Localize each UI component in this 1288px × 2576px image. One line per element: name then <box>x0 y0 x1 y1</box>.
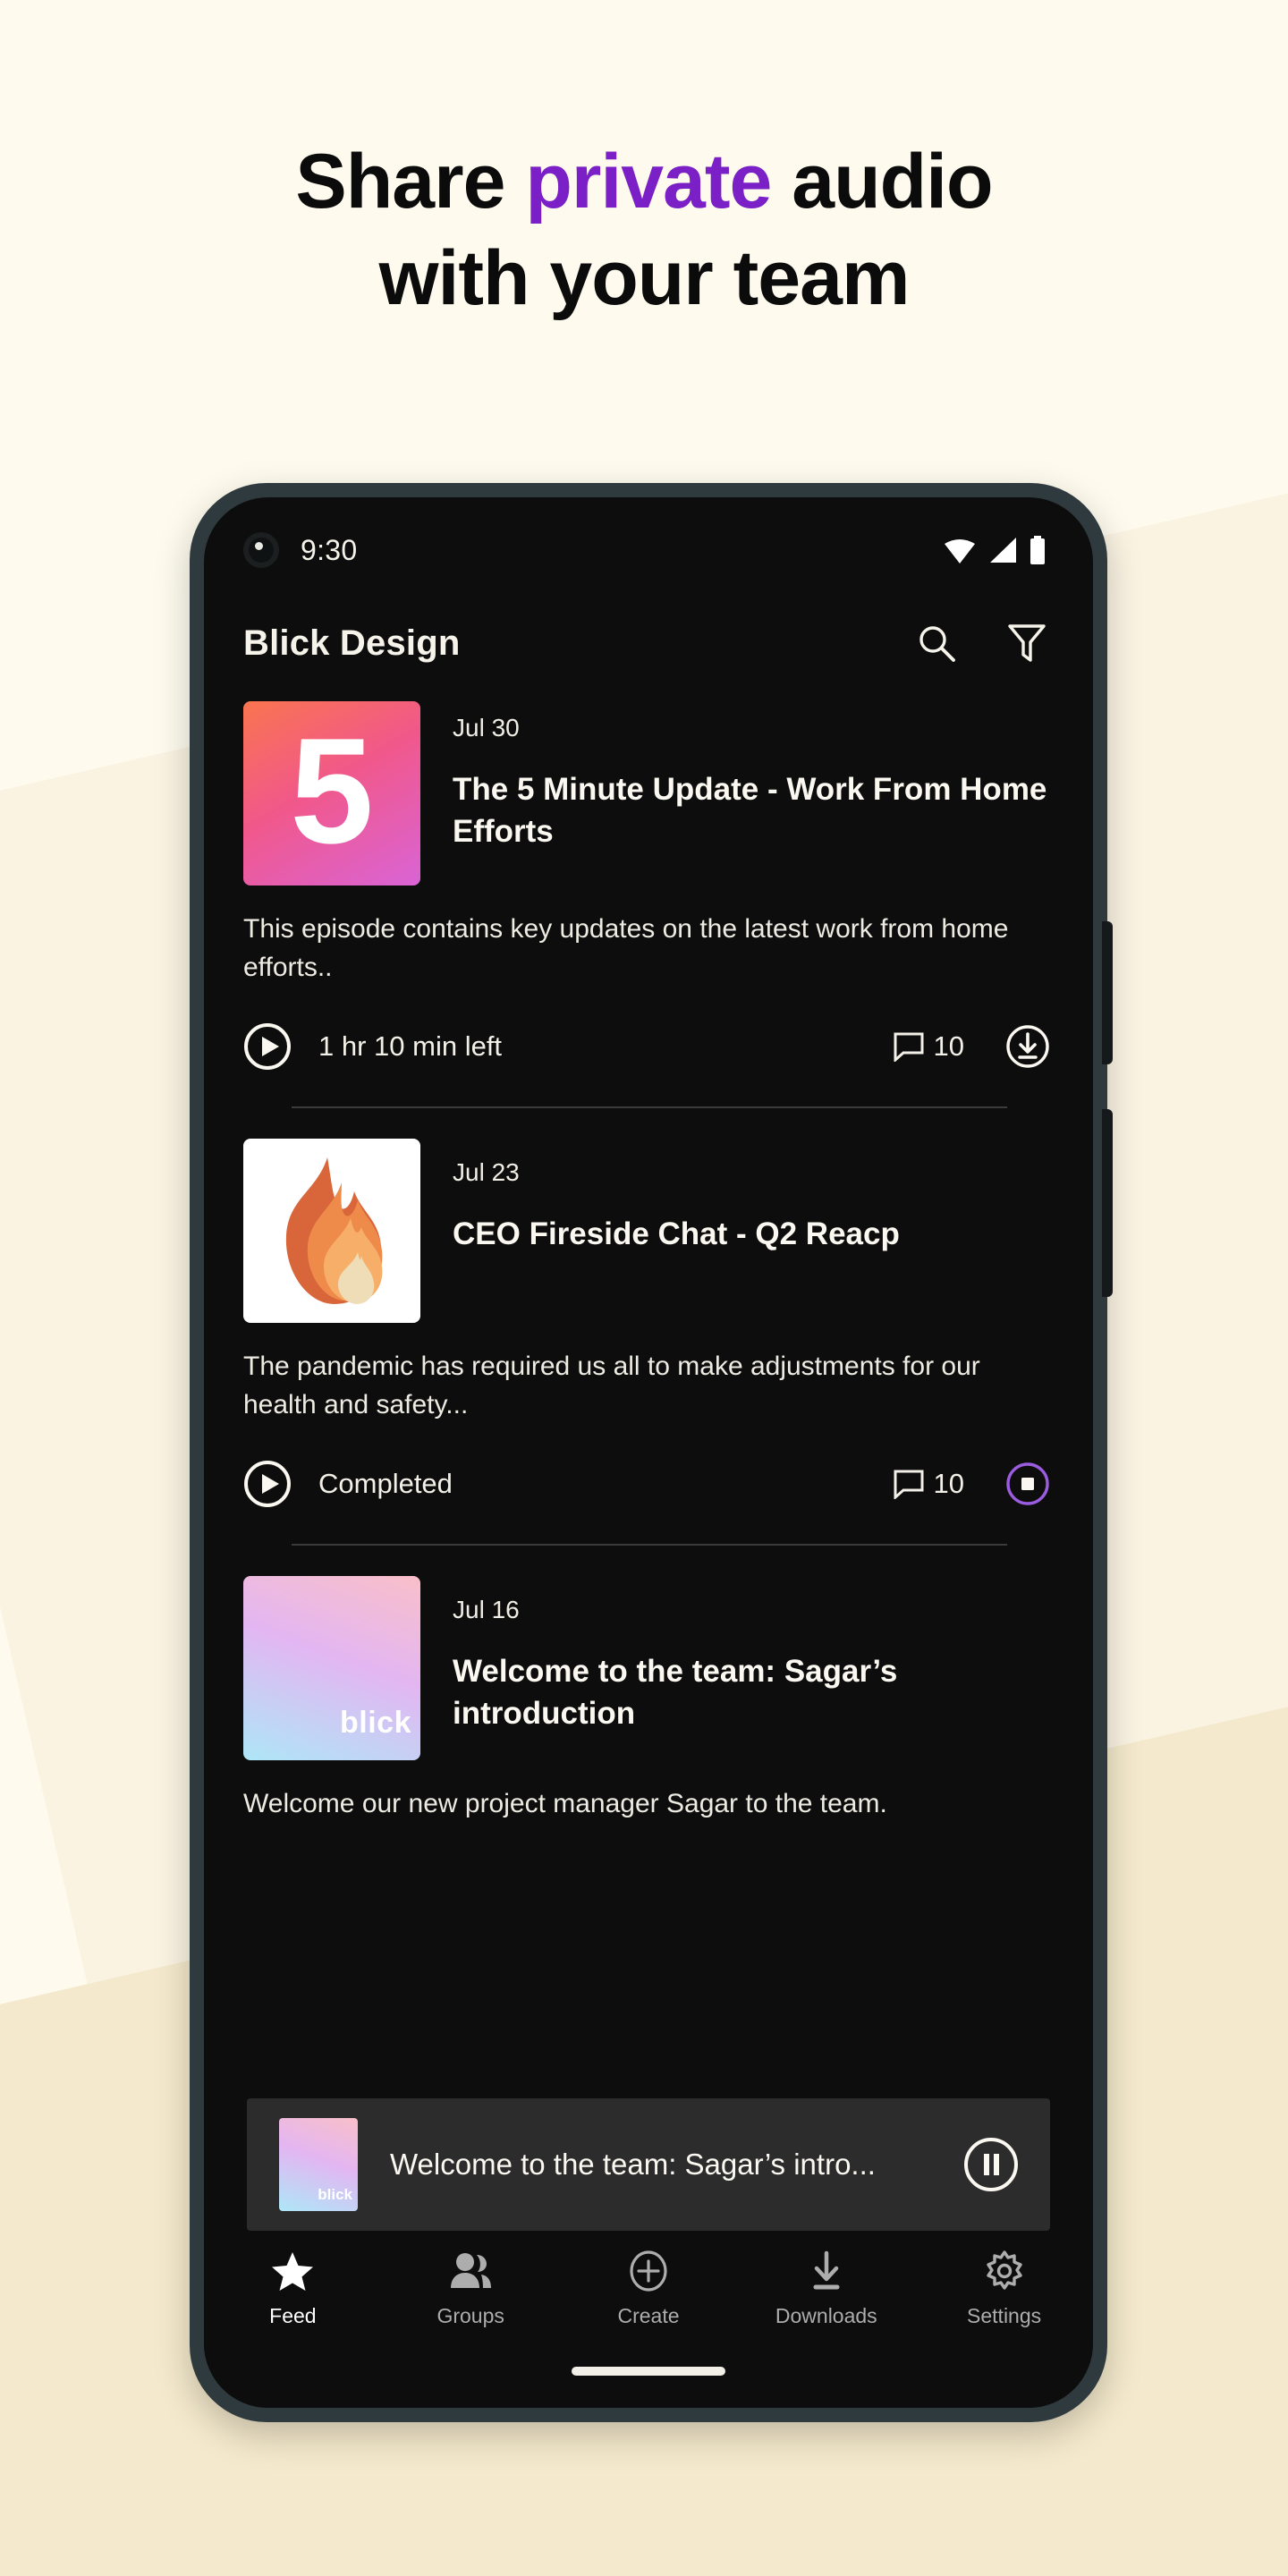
mini-player-title: Welcome to the team: Sagar’s intro... <box>390 2148 876 2181</box>
episode-title: CEO Fireside Chat - Q2 Reacp <box>453 1216 900 1252</box>
nav-label-feed: Feed <box>269 2304 317 2327</box>
blick-wordmark: blick <box>340 1706 411 1741</box>
episode-card[interactable]: 5 Jul 30 The 5 Minute Update - Work From… <box>204 689 1093 1109</box>
power-button[interactable] <box>1102 1109 1113 1297</box>
episode-description: This episode contains key updates on the… <box>243 914 1009 982</box>
mini-player[interactable]: blick Welcome to the team: Sagar’s intro… <box>247 2098 1050 2231</box>
front-camera-punchhole <box>243 532 279 568</box>
page-title: Blick Design <box>243 623 461 663</box>
episode-title: The 5 Minute Update - Work From Home Eff… <box>453 772 1047 849</box>
nav-item-downloads[interactable]: Downloads <box>737 2250 915 2328</box>
episode-description: Welcome our new project manager Sagar to… <box>243 1789 887 1819</box>
gear-icon <box>983 2250 1026 2292</box>
episode-status: 1 hr 10 min left <box>318 1030 503 1063</box>
episode-header: Jul 23 CEO Fireside Chat - Q2 Reacp <box>243 1131 1050 1324</box>
people-icon <box>449 2250 492 2292</box>
phone-screen: 9:30 Blick Design 5 Jul 30 The 5 Minute … <box>204 497 1093 2408</box>
status-bar-time: 9:30 <box>301 533 358 566</box>
headline-line-1: Share private audio <box>0 134 1288 231</box>
episode-date: Jul 30 <box>453 714 520 741</box>
status-bar: 9:30 <box>204 497 1093 603</box>
nav-label-settings: Settings <box>967 2304 1042 2327</box>
episode-trailing-actions: 10 <box>893 1024 1050 1069</box>
nav-item-groups[interactable]: Groups <box>382 2250 560 2328</box>
headline-line-2: with your team <box>378 234 911 321</box>
headline-accent-word: private <box>525 139 772 225</box>
download-icon[interactable] <box>1005 1024 1050 1069</box>
episode-status: Completed <box>318 1468 453 1500</box>
cellular-signal-icon <box>987 537 1018 564</box>
episode-actions: Completed 10 <box>243 1460 1050 1524</box>
thumbnail-number: 5 <box>290 707 374 875</box>
flame-icon <box>265 1152 399 1309</box>
nav-item-create[interactable]: Create <box>560 2250 738 2328</box>
comment-icon <box>893 1469 925 1500</box>
wifi-icon <box>943 537 977 564</box>
marketing-headline: Share private audio with your team <box>0 134 1288 326</box>
home-indicator[interactable] <box>572 2367 725 2376</box>
pause-icon[interactable] <box>962 2136 1020 2193</box>
episode-date: Jul 16 <box>453 1596 520 1624</box>
episode-thumbnail: 5 <box>243 701 420 886</box>
mini-player-thumbnail: blick <box>279 2118 358 2211</box>
nav-label-downloads: Downloads <box>775 2304 877 2327</box>
headline-text-post: audio <box>771 139 993 225</box>
episode-thumbnail <box>243 1139 420 1324</box>
app-bar-actions <box>916 623 1046 664</box>
episode-thumbnail: blick <box>243 1576 420 1761</box>
episode-header: 5 Jul 30 The 5 Minute Update - Work From… <box>243 694 1050 886</box>
search-icon[interactable] <box>916 623 957 664</box>
comment-icon <box>893 1031 925 1063</box>
episode-header: blick Jul 16 Welcome to the team: Sagar’… <box>243 1569 1050 1761</box>
comment-count: 10 <box>933 1468 964 1500</box>
headline-text-pre: Share <box>295 139 526 225</box>
episode-trailing-actions: 10 <box>893 1462 1050 1506</box>
status-bar-indicators <box>943 536 1046 564</box>
filter-icon[interactable] <box>1007 623 1046 664</box>
nav-item-settings[interactable]: Settings <box>915 2250 1093 2328</box>
bottom-navigation: Feed Groups Create Downloads Settings <box>204 2233 1093 2408</box>
stop-downloading-icon[interactable] <box>1005 1462 1050 1506</box>
play-icon[interactable] <box>243 1022 292 1071</box>
episode-meta: Jul 16 Welcome to the team: Sagar’s intr… <box>453 1569 1050 1760</box>
episode-description: The pandemic has required us all to make… <box>243 1352 980 1419</box>
app-bar: Blick Design <box>204 603 1093 689</box>
nav-label-create: Create <box>617 2304 680 2327</box>
battery-icon <box>1029 536 1046 564</box>
episode-card[interactable]: blick Jul 16 Welcome to the team: Sagar’… <box>204 1546 1093 1824</box>
blick-wordmark: blick <box>318 2186 352 2203</box>
play-icon[interactable] <box>243 1460 292 1508</box>
episode-actions: 1 hr 10 min left 10 <box>243 1022 1050 1087</box>
nav-label-groups: Groups <box>436 2304 504 2327</box>
episode-meta: Jul 23 CEO Fireside Chat - Q2 Reacp <box>453 1131 1050 1323</box>
episode-title: Welcome to the team: Sagar’s introductio… <box>453 1654 898 1731</box>
comments-button[interactable]: 10 <box>893 1030 964 1063</box>
episode-feed: 5 Jul 30 The 5 Minute Update - Work From… <box>204 689 1093 1824</box>
episode-meta: Jul 30 The 5 Minute Update - Work From H… <box>453 694 1050 886</box>
download-icon <box>805 2250 848 2292</box>
volume-button[interactable] <box>1102 921 1113 1064</box>
comments-button[interactable]: 10 <box>893 1468 964 1500</box>
star-icon <box>271 2250 314 2292</box>
phone-mockup: 9:30 Blick Design 5 Jul 30 The 5 Minute … <box>190 483 1113 2422</box>
nav-item-feed[interactable]: Feed <box>204 2250 382 2328</box>
episode-card[interactable]: Jul 23 CEO Fireside Chat - Q2 Reacp The … <box>204 1108 1093 1546</box>
comment-count: 10 <box>933 1030 964 1063</box>
episode-date: Jul 23 <box>453 1158 520 1187</box>
plus-circle-icon <box>627 2250 670 2292</box>
